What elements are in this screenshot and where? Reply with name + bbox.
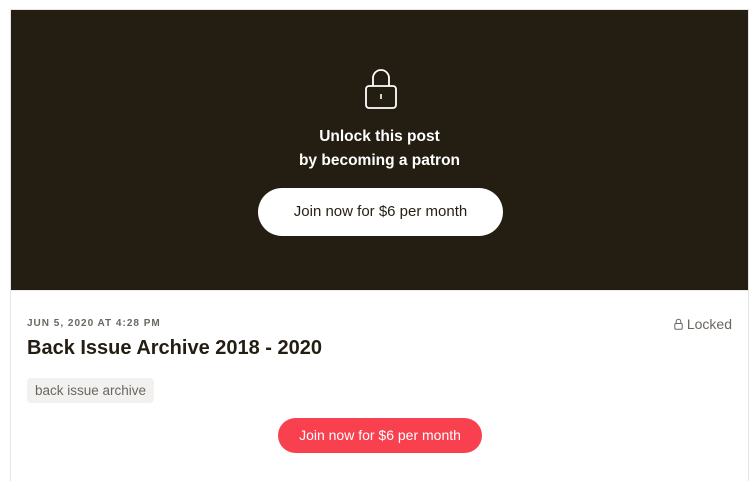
join-button[interactable]: Join now for $6 per month bbox=[278, 418, 482, 453]
unlock-message: Unlock this post by becoming a patron bbox=[11, 125, 748, 173]
small-lock-icon bbox=[674, 318, 683, 330]
locked-label: Locked bbox=[686, 316, 732, 332]
unlock-title: Unlock this post bbox=[319, 128, 440, 145]
post-tag[interactable]: back issue archive bbox=[27, 378, 155, 403]
post-card: Unlock this post by becoming a patron Jo… bbox=[10, 9, 749, 481]
unlock-subtitle: by becoming a patron bbox=[298, 152, 461, 169]
post-date: JUN 5, 2020 AT 4:28 PM bbox=[27, 318, 161, 329]
padlock-icon bbox=[365, 69, 397, 109]
post-details: JUN 5, 2020 AT 4:28 PM Locked Back Issue… bbox=[11, 290, 748, 482]
hero-join-button[interactable]: Join now for $6 per month bbox=[258, 188, 503, 236]
locked-status: Locked bbox=[674, 316, 732, 332]
post-title[interactable]: Back Issue Archive 2018 - 2020 bbox=[27, 337, 322, 360]
locked-post-banner: Unlock this post by becoming a patron Jo… bbox=[11, 10, 748, 290]
